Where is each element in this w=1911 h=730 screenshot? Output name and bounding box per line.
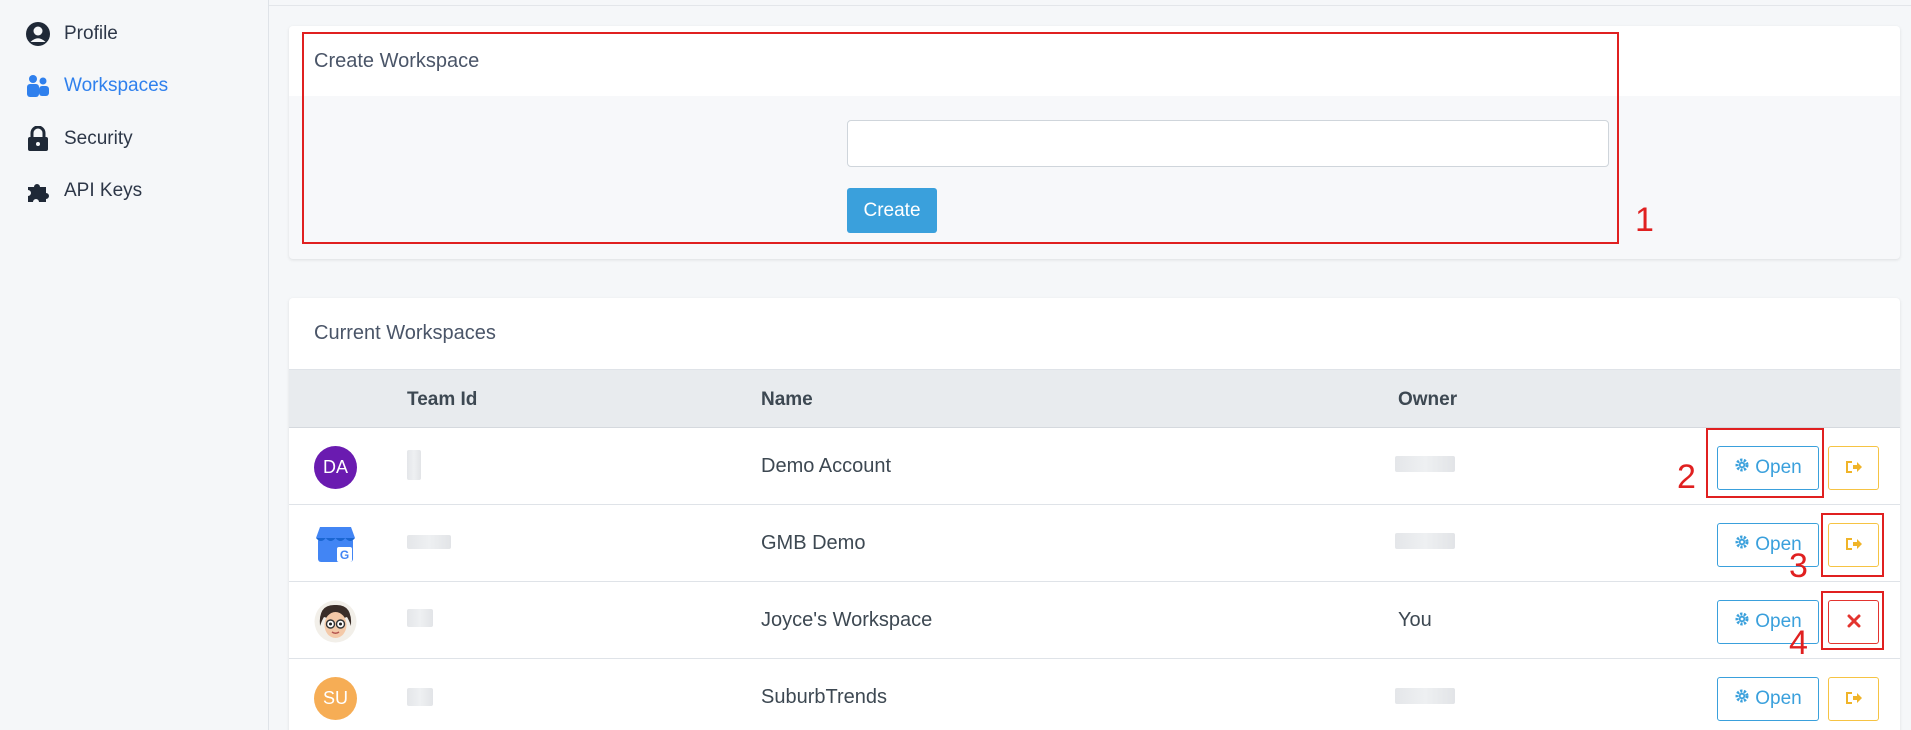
leave-workspace-button[interactable]: [1828, 446, 1879, 490]
open-button[interactable]: Open: [1717, 677, 1819, 721]
column-header-team-id: Team Id: [407, 389, 478, 410]
sidebar-item-label: Workspaces: [64, 75, 169, 96]
workspace-name: SuburbTrends: [761, 686, 887, 708]
table-row: G GMB Demo Open: [289, 505, 1900, 582]
sidebar-item-label: API Keys: [64, 180, 143, 201]
redacted-team-id: [407, 450, 421, 480]
avatar: SU: [314, 677, 357, 720]
sidebar-item-api-keys[interactable]: API Keys: [24, 176, 142, 206]
column-header-owner: Owner: [1398, 389, 1458, 410]
annotation-label-4: 4: [1789, 624, 1808, 662]
current-workspaces-card: Current Workspaces Team Id Name Owner DA…: [289, 298, 1900, 730]
sidebar-item-workspaces[interactable]: Workspaces: [24, 71, 168, 101]
card-title: Current Workspaces: [314, 322, 496, 344]
workspace-name: Demo Account: [761, 455, 892, 477]
leave-workspace-button[interactable]: [1828, 677, 1879, 721]
puzzle-icon: [24, 177, 52, 205]
redacted-owner: [1395, 456, 1455, 472]
google-my-business-icon: G: [314, 523, 357, 566]
workspace-name: Joyce's Workspace: [761, 609, 933, 631]
user-circle-icon: [24, 20, 52, 48]
redacted-team-id: [407, 535, 451, 549]
sign-out-icon: [1845, 459, 1863, 478]
gear-icon: [1734, 534, 1750, 556]
sign-out-icon: [1845, 690, 1863, 709]
users-icon: [24, 72, 52, 100]
column-header-name: Name: [761, 389, 813, 410]
annotation-label-2: 2: [1677, 458, 1696, 496]
sidebar: Profile Workspaces Security API Keys: [0, 0, 269, 730]
person-avatar-icon: [314, 600, 357, 643]
annotation-label-3: 3: [1789, 547, 1808, 585]
redacted-owner: [1395, 688, 1455, 704]
avatar: DA: [314, 446, 357, 489]
workspace-name: GMB Demo: [761, 532, 866, 554]
table-row: Joyce's Workspace You Open: [289, 582, 1900, 659]
svg-text:G: G: [340, 548, 349, 562]
annotation-box-1: [302, 32, 1619, 244]
table-row: SU SuburbTrends Open: [289, 659, 1900, 730]
gear-icon: [1734, 688, 1750, 710]
owner-label: You: [1398, 609, 1432, 631]
redacted-team-id: [407, 688, 433, 706]
sidebar-item-profile[interactable]: Profile: [24, 19, 118, 49]
sidebar-item-label: Profile: [64, 23, 118, 44]
lock-icon: [24, 125, 52, 153]
annotation-box-4: [1821, 591, 1884, 650]
annotation-box-2: [1706, 428, 1824, 498]
table-header: Team Id Name Owner: [289, 369, 1900, 428]
sidebar-item-security[interactable]: Security: [24, 124, 133, 154]
gear-icon: [1734, 611, 1750, 633]
redacted-owner: [1395, 533, 1455, 549]
table-row: DA Demo Account Open: [289, 428, 1900, 505]
annotation-label-1: 1: [1635, 201, 1654, 239]
sidebar-item-label: Security: [64, 128, 133, 149]
annotation-box-3: [1821, 513, 1884, 577]
top-divider: [0, 0, 1911, 6]
redacted-team-id: [407, 609, 433, 627]
